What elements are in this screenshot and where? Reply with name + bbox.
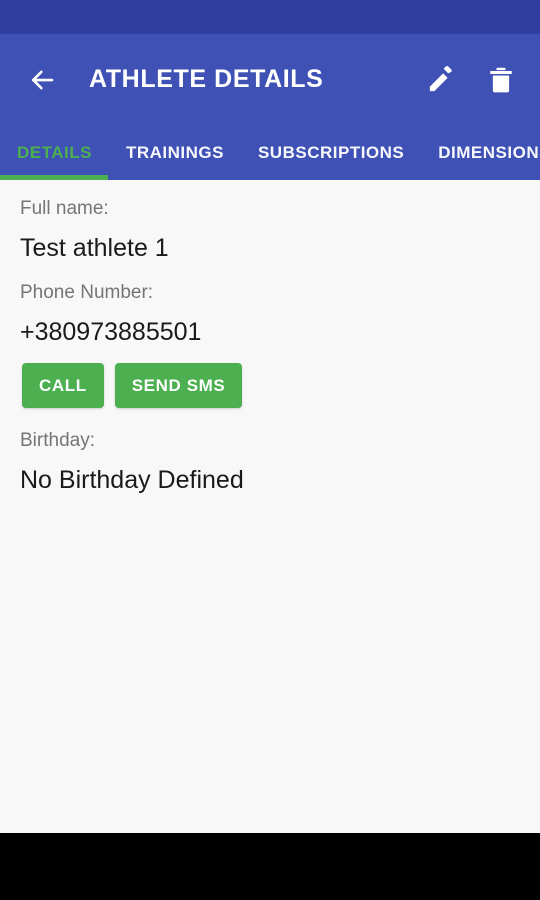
back-button[interactable]	[22, 60, 62, 100]
full-name-value: Test athlete 1	[20, 234, 169, 262]
phone-number-value: +380973885501	[20, 318, 202, 346]
tab-details[interactable]: DETAILS	[0, 125, 109, 180]
birthday-row: Birthday: No Birthday Defined	[20, 408, 520, 495]
status-bar	[0, 0, 540, 34]
system-navigation-bar	[0, 833, 540, 900]
tab-trainings[interactable]: TRAININGS	[109, 125, 241, 180]
tab-label: SUBSCRIPTIONS	[257, 142, 405, 162]
tab-label: DETAILS	[17, 142, 92, 162]
delete-button[interactable]	[484, 63, 518, 97]
trash-icon	[486, 65, 516, 95]
tab-label: TRAININGS	[125, 142, 224, 162]
tab-strip: DETAILS TRAININGS SUBSCRIPTIONS DIMENSIO…	[0, 125, 540, 180]
app-bar: ATHLETE DETAILS	[0, 34, 540, 125]
tab-bar[interactable]: DETAILS TRAININGS SUBSCRIPTIONS DIMENSIO…	[0, 125, 540, 180]
details-content: Full name: Test athlete 1 Phone Number: …	[0, 180, 540, 833]
edit-button[interactable]	[424, 63, 458, 97]
tab-subscriptions[interactable]: SUBSCRIPTIONS	[241, 125, 421, 180]
send-sms-button[interactable]: SEND SMS	[114, 363, 243, 408]
birthday-value: No Birthday Defined	[20, 466, 244, 494]
tab-label: DIMENSIONS	[438, 142, 540, 162]
tab-dimensions[interactable]: DIMENSIONS	[421, 125, 540, 180]
arrow-left-icon	[27, 65, 57, 95]
pencil-icon	[426, 65, 456, 95]
tab-active-indicator	[0, 175, 108, 180]
app-bar-actions	[424, 63, 518, 97]
call-button[interactable]: CALL	[22, 363, 104, 408]
app-screen: ATHLETE DETAILS DETAILS TRAININGS SUBSCR…	[0, 0, 540, 900]
phone-actions: CALL SEND SMS	[20, 363, 520, 408]
phone-number-row: Phone Number: +380973885501	[20, 263, 520, 347]
full-name-label: Full name:	[20, 198, 109, 219]
full-name-row: Full name: Test athlete 1	[20, 180, 520, 263]
birthday-label: Birthday:	[20, 430, 95, 451]
phone-number-label: Phone Number:	[20, 282, 154, 303]
page-title: ATHLETE DETAILS	[89, 65, 324, 93]
